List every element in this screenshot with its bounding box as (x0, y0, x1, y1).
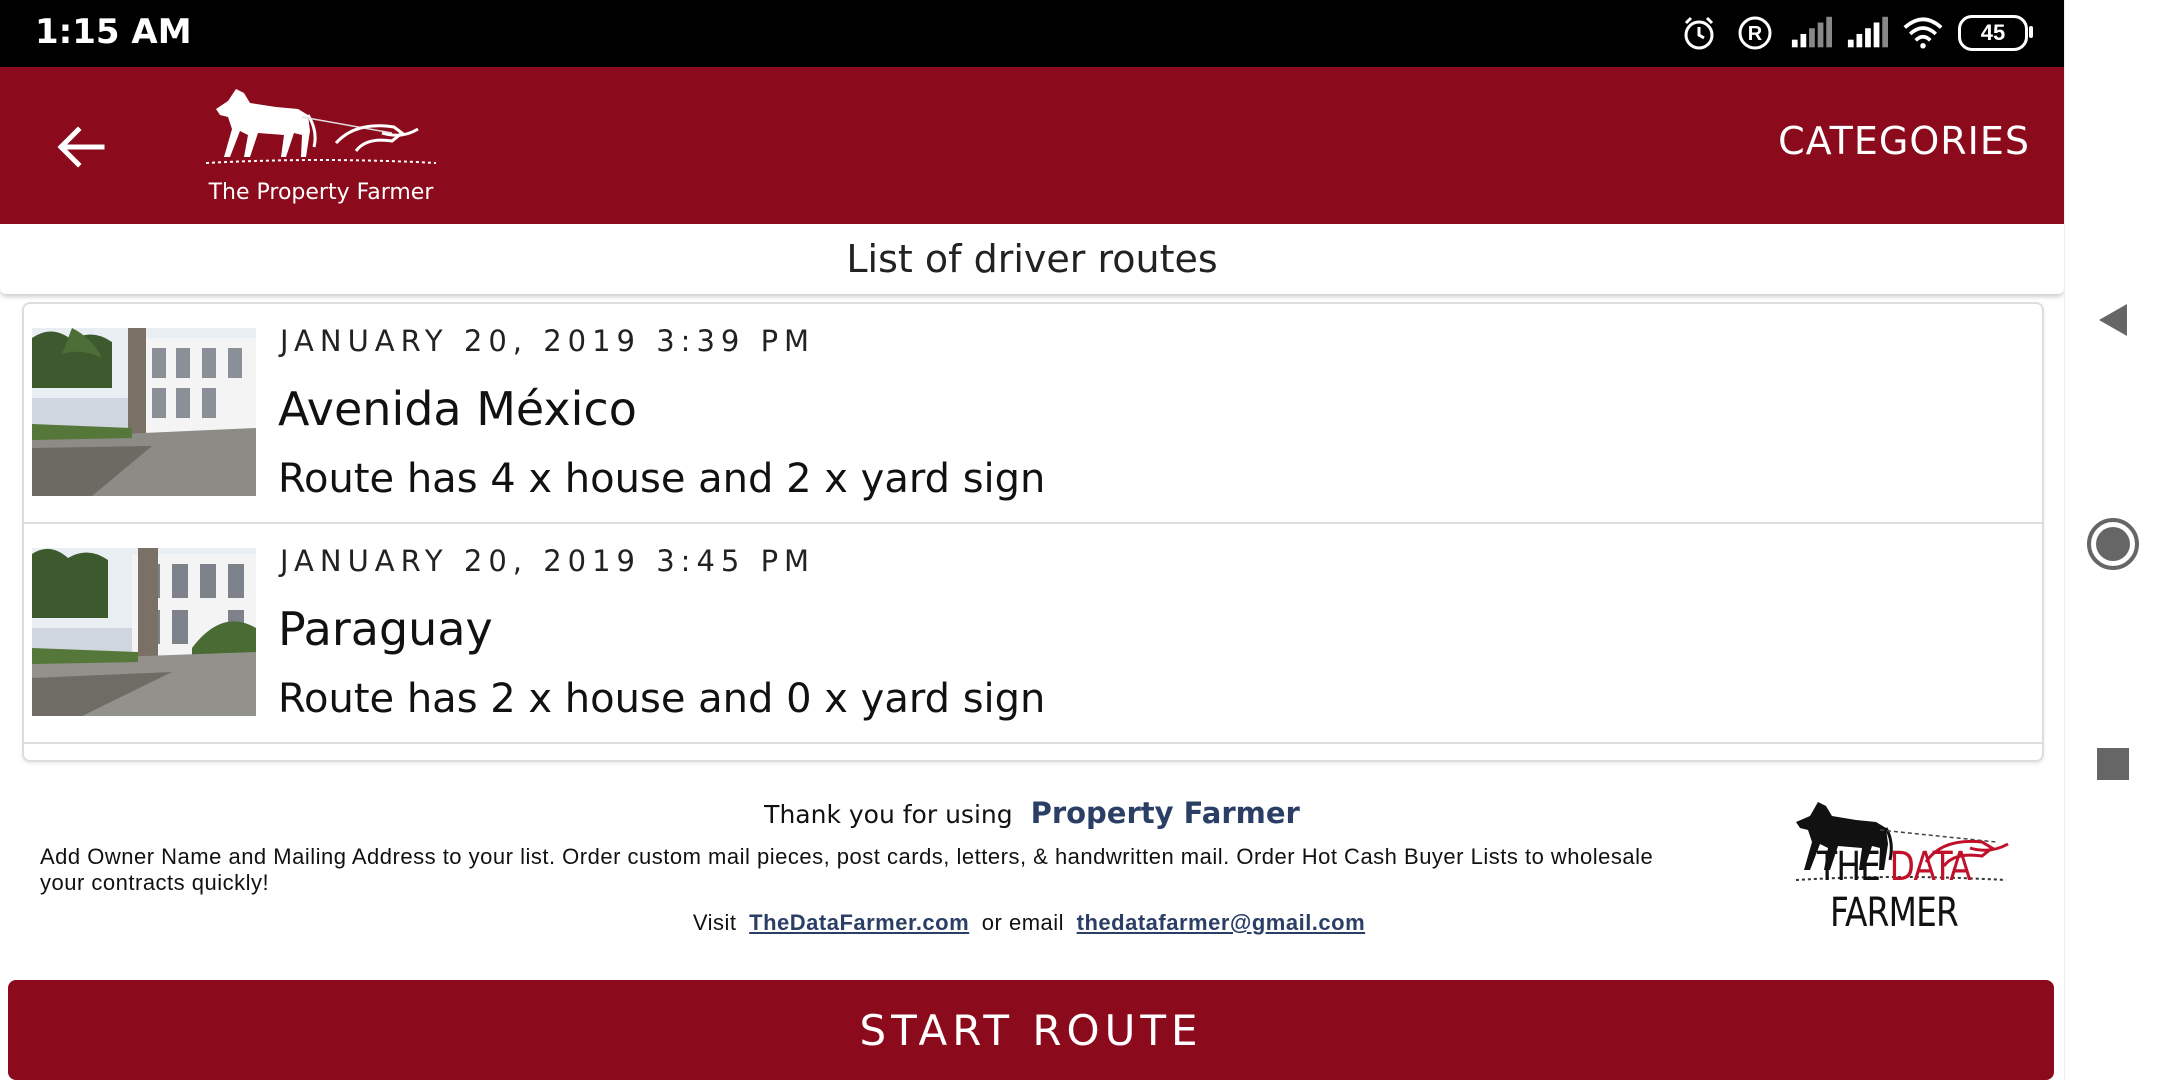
route-date: JANUARY 20, 2019 3:45 PM (280, 544, 816, 578)
route-summary: Route has 4 x house and 2 x yard sign (278, 456, 1046, 502)
status-bar: 1:15 AM R 45 (0, 0, 2064, 67)
nav-recents-button[interactable] (2065, 724, 2160, 804)
thanks-brand: Property Farmer (1030, 796, 1300, 830)
route-name: Paraguay (278, 602, 493, 656)
svg-text:R: R (1748, 23, 1763, 45)
battery-indicator: 45 (1958, 15, 2033, 51)
back-triangle-icon (2099, 304, 2127, 336)
registered-icon: R (1734, 12, 1776, 54)
horse-plow-icon (205, 89, 437, 164)
start-route-button[interactable]: START ROUTE (8, 980, 2054, 1080)
route-item[interactable]: JANUARY 20, 2019 3:39 PM Avenida México … (24, 304, 2042, 524)
thanks-line: Thank you for using Property Farmer (0, 796, 2064, 830)
email-link[interactable]: thedatafarmer@gmail.com (1077, 910, 1365, 935)
alarm-icon (1678, 12, 1720, 54)
recents-square-icon (2097, 748, 2129, 780)
home-circle-icon (2087, 518, 2139, 570)
route-item[interactable]: JANUARY 20, 2019 3:45 PM Paraguay Route … (24, 524, 2042, 744)
visit-line: Visit TheDataFarmer.com or email thedata… (0, 910, 2064, 936)
page-title: List of driver routes (0, 224, 2064, 294)
logo-text: The Property Farmer (208, 180, 434, 205)
back-button[interactable] (44, 111, 116, 183)
data-farmer-logo: THE DATA FARMER (1756, 790, 2032, 940)
site-link[interactable]: TheDataFarmer.com (749, 910, 969, 935)
wordmark-farmer: FARMER (1830, 890, 1959, 936)
or-email-text: or email (981, 910, 1065, 935)
wordmark-data: DATA (1889, 844, 1972, 890)
route-thumbnail (32, 328, 256, 496)
property-farmer-logo: The Property Farmer (205, 81, 437, 211)
visit-prefix: Visit (692, 910, 737, 935)
route-name: Avenida México (278, 382, 637, 436)
routes-list: JANUARY 20, 2019 3:39 PM Avenida México … (22, 302, 2044, 762)
nav-back-button[interactable] (2065, 280, 2160, 360)
promo-text: Add Owner Name and Mailing Address to yo… (40, 844, 1654, 895)
categories-button[interactable]: CATEGORIES (1778, 119, 2030, 163)
signal-icon (1790, 12, 1832, 54)
battery-level: 45 (1980, 20, 2006, 45)
arrow-left-icon (57, 126, 105, 168)
status-time: 1:15 AM (35, 12, 192, 52)
wordmark-the: THE (1817, 844, 1890, 890)
route-summary: Route has 2 x house and 0 x yard sign (278, 676, 1046, 722)
nav-home-button[interactable] (2065, 504, 2160, 584)
route-date: JANUARY 20, 2019 3:39 PM (280, 324, 816, 358)
app-bar: The Property Farmer CATEGORIES (0, 67, 2064, 224)
data-farmer-wordmark: THE DATA FARMER (1781, 844, 2007, 936)
route-thumbnail (32, 548, 256, 716)
system-nav-bar (2064, 0, 2160, 1080)
footer: Thank you for using Property Farmer Add … (0, 780, 2064, 960)
signal-icon (1846, 12, 1888, 54)
thanks-prefix: Thank you for using (764, 800, 1013, 829)
wifi-icon (1902, 12, 1944, 54)
status-icons: R 45 (1678, 12, 2033, 54)
